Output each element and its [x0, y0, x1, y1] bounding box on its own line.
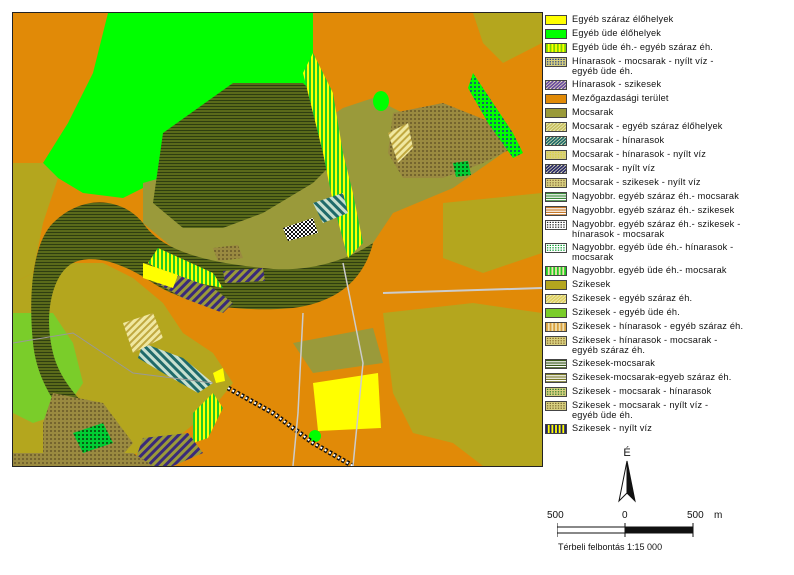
legend-label: Hínarasok - mocsarak - nyílt víz - egyéb… — [572, 56, 714, 76]
legend-swatch-icon — [545, 387, 567, 397]
scale-bar: 500 0 500 m — [547, 510, 787, 570]
legend-item: Nagyobbr. egyéb üde éh.- hínarasok - moc… — [545, 242, 790, 265]
legend-label: Szikesek-mocsarak — [572, 358, 656, 368]
map-legend: Egyéb száraz élőhelyek Egyéb üde élőhelye… — [545, 14, 790, 437]
scale-label-left: 500 — [547, 510, 564, 521]
legend-item: Szikesek - nyílt víz — [545, 423, 790, 437]
legend-item: Nagyobbr. egyéb száraz éh.- szikesek — [545, 205, 790, 219]
legend-item: Mocsarak - nyílt víz — [545, 163, 790, 177]
legend-swatch-icon — [545, 94, 567, 104]
legend-label: Szikesek - egyéb üde éh. — [572, 307, 680, 317]
legend-label: Szikesek - hínarasok - egyéb száraz éh. — [572, 321, 744, 331]
legend-swatch-icon — [545, 243, 567, 253]
north-letter: É — [623, 447, 631, 459]
legend-item: Mocsarak - hínarasok — [545, 135, 790, 149]
wet-habitat-patch — [373, 91, 389, 111]
legend-label: Szikesek - nyílt víz — [572, 423, 653, 433]
wet-aquatic-patch — [453, 161, 471, 177]
legend-item: Mocsarak - hínarasok - nyílt víz — [545, 149, 790, 163]
legend-swatch-icon — [545, 359, 567, 369]
resolution-text: Térbeli felbontás 1:15 000 — [558, 542, 663, 552]
legend-swatch-icon — [545, 401, 567, 411]
legend-swatch-icon — [545, 192, 567, 202]
legend-label: Mocsarak — [572, 107, 614, 117]
legend-label: Egyéb száraz élőhelyek — [572, 14, 674, 24]
scale-unit: m — [714, 510, 723, 521]
legend-swatch-icon — [545, 308, 567, 318]
legend-label: Nagyobbr. egyéb száraz éh.- szikesek - h… — [572, 219, 741, 239]
legend-item: Egyéb száraz élőhelyek — [545, 14, 790, 28]
legend-swatch-icon — [545, 108, 567, 118]
legend-item: Szikesek — [545, 279, 790, 293]
legend-swatch-icon — [545, 43, 567, 53]
legend-swatch-icon — [545, 294, 567, 304]
legend-label: Nagyobbr. egyéb üde éh.- mocsarak — [572, 265, 727, 275]
legend-swatch-icon — [545, 80, 567, 90]
legend-item: Nagyobbr. egyéb száraz éh.- szikesek - h… — [545, 219, 790, 242]
legend-label: Nagyobbr. egyéb üde éh.- hínarasok - moc… — [572, 242, 734, 262]
legend-swatch-icon — [545, 164, 567, 174]
legend-item: Egyéb üde élőhelyek — [545, 28, 790, 42]
legend-label: Szikesek - mocsarak - hínarasok — [572, 386, 712, 396]
legend-item: Mezőgazdasági terület — [545, 93, 790, 107]
legend-label: Mocsarak - nyílt víz — [572, 163, 656, 173]
legend-label: Mocsarak - hínarasok — [572, 135, 665, 145]
legend-item: Mocsarak - egyéb száraz élőhelyek — [545, 121, 790, 135]
legend-label: Mocsarak - hínarasok - nyílt víz — [572, 149, 707, 159]
legend-swatch-icon — [545, 373, 567, 383]
legend-swatch-icon — [545, 29, 567, 39]
scale-bar-graphic — [557, 523, 694, 537]
legend-swatch-icon — [545, 322, 567, 332]
legend-item: Hínarasok - szikesek — [545, 79, 790, 93]
habitat-map[interactable] — [12, 12, 543, 467]
legend-label: Szikesek-mocsarak-egyeb száraz éh. — [572, 372, 732, 382]
legend-label: Nagyobbr. egyéb száraz éh.- mocsarak — [572, 191, 740, 201]
legend-swatch-icon — [545, 150, 567, 160]
legend-item: Nagyobbr. egyéb üde éh.- mocsarak — [545, 265, 790, 279]
legend-label: Mocsarak - egyéb száraz élőhelyek — [572, 121, 723, 131]
scale-label-mid: 0 — [622, 510, 628, 521]
legend-item: Szikesek - mocsarak - hínarasok — [545, 386, 790, 400]
legend-swatch-icon — [545, 424, 567, 434]
legend-item: Szikesek-mocsarak-egyeb száraz éh. — [545, 372, 790, 386]
marsh-saline-water-area-3 — [13, 453, 153, 466]
legend-swatch-icon — [545, 206, 567, 216]
legend-swatch-icon — [545, 122, 567, 132]
legend-item: Szikesek - egyéb száraz éh. — [545, 293, 790, 307]
legend-swatch-icon — [545, 178, 567, 188]
dry-habitat-patch-2 — [313, 373, 381, 431]
legend-swatch-icon — [545, 220, 567, 230]
legend-label: Szikesek — [572, 279, 611, 289]
legend-swatch-icon — [545, 136, 567, 146]
legend-swatch-icon — [545, 280, 567, 290]
north-arrow: É — [612, 447, 642, 507]
legend-item: Nagyobbr. egyéb száraz éh.- mocsarak — [545, 191, 790, 205]
legend-item: Mocsarak - szikesek - nyílt víz — [545, 177, 790, 191]
legend-item: Hínarasok - mocsarak - nyílt víz - egyéb… — [545, 56, 790, 79]
scale-label-right: 500 — [687, 510, 704, 521]
north-arrow-icon — [618, 460, 636, 503]
legend-item: Mocsarak — [545, 107, 790, 121]
legend-item: Szikesek - egyéb üde éh. — [545, 307, 790, 321]
legend-label: Egyéb üde éh.- egyéb száraz éh. — [572, 42, 714, 52]
legend-swatch-icon — [545, 336, 567, 346]
legend-item: Szikesek - hínarasok - mocsarak - egyéb … — [545, 335, 790, 358]
legend-item: Szikesek-mocsarak — [545, 358, 790, 372]
legend-label: Szikesek - mocsarak - nyílt víz - egyéb … — [572, 400, 709, 420]
legend-label: Mocsarak - szikesek - nyílt víz — [572, 177, 701, 187]
legend-item: Szikesek - mocsarak - nyílt víz - egyéb … — [545, 400, 790, 423]
wet-habitat-patch-2 — [309, 430, 321, 442]
legend-label: Nagyobbr. egyéb száraz éh.- szikesek — [572, 205, 735, 215]
legend-label: Szikesek - egyéb száraz éh. — [572, 293, 693, 303]
legend-swatch-icon — [545, 15, 567, 25]
legend-item: Szikesek - hínarasok - egyéb száraz éh. — [545, 321, 790, 335]
legend-label: Egyéb üde élőhelyek — [572, 28, 662, 38]
legend-label: Mezőgazdasági terület — [572, 93, 669, 103]
legend-label: Szikesek - hínarasok - mocsarak - egyéb … — [572, 335, 718, 355]
legend-swatch-icon — [545, 266, 567, 276]
legend-item: Egyéb üde éh.- egyéb száraz éh. — [545, 42, 790, 56]
legend-label: Hínarasok - szikesek — [572, 79, 662, 89]
legend-swatch-icon — [545, 57, 567, 67]
